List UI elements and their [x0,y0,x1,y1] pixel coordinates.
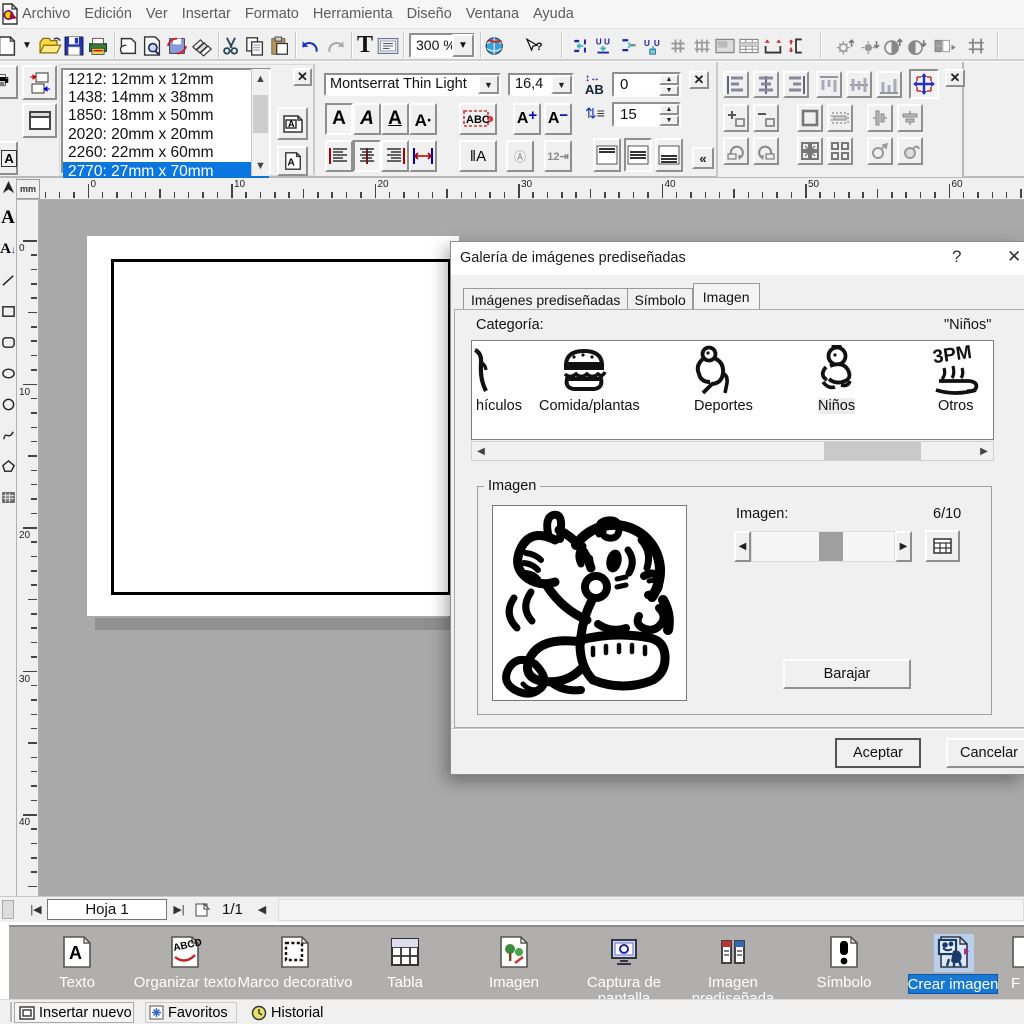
svg-text:U: U [644,39,650,48]
svg-text:A: A [69,943,82,963]
svg-text:U: U [604,37,610,46]
svg-text:U: U [596,37,602,46]
svg-text:3PM: 3PM [932,345,974,368]
svg-text:ABC: ABC [466,114,490,126]
svg-text:A: A [288,119,295,129]
svg-text:U: U [654,39,660,48]
svg-text:A: A [287,158,294,169]
svg-text:?: ? [536,41,543,53]
